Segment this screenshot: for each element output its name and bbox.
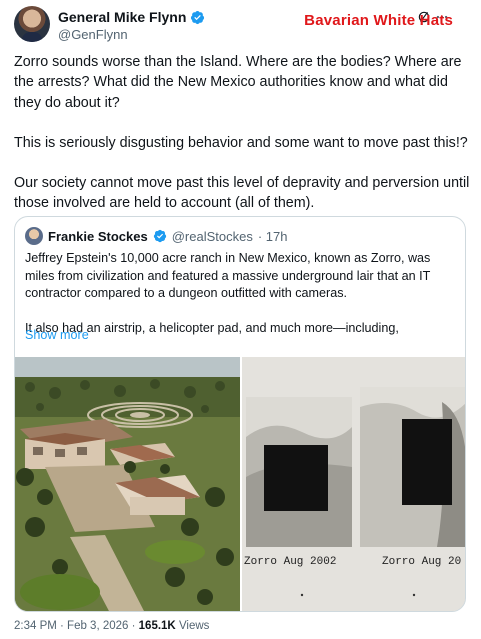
- photo-caption: Zorro Aug 2002: [244, 556, 337, 568]
- archive-photo-illustration: [242, 357, 465, 611]
- show-more-link[interactable]: Show more: [25, 328, 89, 342]
- underground-photos[interactable]: Zorro Aug 2002 Zorro Aug 20: [242, 357, 465, 611]
- author-name-row: General Mike Flynn: [58, 9, 205, 25]
- quoted-author-handle[interactable]: @realStockes: [172, 229, 253, 244]
- redaction-box: [402, 419, 452, 505]
- quoted-tweet[interactable]: Frankie Stockes @realStockes · 17h Jeffr…: [14, 216, 466, 612]
- quoted-tweet-header: Frankie Stockes @realStockes · 17h: [25, 227, 287, 245]
- quoted-media[interactable]: Zorro Aug 2002 Zorro Aug 20: [15, 357, 465, 611]
- quoted-paragraph: Jeffrey Epstein's 10,000 acre ranch in N…: [25, 251, 431, 301]
- timestamp[interactable]: 2:34 PM · Feb 3, 2026 ·: [14, 620, 139, 632]
- verified-badge-icon: [153, 229, 166, 243]
- photo-caption: Zorro Aug 20: [382, 556, 462, 568]
- tweet-header: General Mike Flynn @GenFlynn Bavarian Wh…: [14, 6, 471, 46]
- author-avatar[interactable]: [14, 6, 50, 42]
- tweet-paragraph: Our society cannot move past this level …: [14, 175, 470, 212]
- quoted-author-name[interactable]: Frankie Stockes: [48, 229, 148, 244]
- redaction-box: [264, 445, 328, 511]
- quoted-paragraph: It also had an airstrip, a helicopter pa…: [25, 320, 399, 335]
- tweet-meta: 2:34 PM · Feb 3, 2026 · 165.1K Views: [14, 620, 209, 632]
- author-name[interactable]: General Mike Flynn: [58, 9, 186, 25]
- tweet-paragraph: This is seriously disgusting behavior an…: [14, 134, 468, 151]
- quoted-author-avatar[interactable]: [25, 227, 43, 245]
- verified-badge-icon: [191, 10, 205, 24]
- tweet-text: Zorro sounds worse than the Island. Wher…: [14, 52, 474, 234]
- author-handle[interactable]: @GenFlynn: [58, 27, 128, 42]
- quoted-tweet-text: Jeffrey Epstein's 10,000 acre ranch in N…: [25, 250, 457, 354]
- quoted-timestamp[interactable]: · 17h: [258, 229, 288, 244]
- views-label: Views: [175, 620, 210, 632]
- ranch-aerial-photo[interactable]: [15, 357, 240, 611]
- tweet-paragraph: Zorro sounds worse than the Island. Wher…: [14, 54, 462, 111]
- views-count: 165.1K: [138, 620, 176, 632]
- ranch-aerial-illustration: [15, 357, 240, 611]
- watermark-text: Bavarian White Hats: [304, 12, 453, 29]
